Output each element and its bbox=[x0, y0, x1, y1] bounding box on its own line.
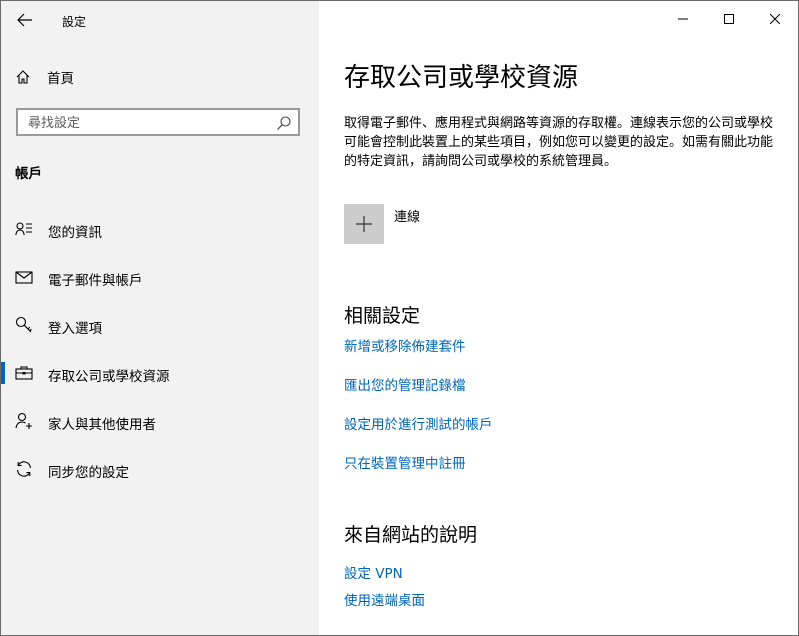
sidebar-item-label: 電子郵件與帳戶 bbox=[48, 273, 143, 289]
search-icon[interactable] bbox=[276, 115, 292, 131]
back-arrow-icon bbox=[17, 13, 32, 27]
close-icon bbox=[770, 14, 780, 24]
briefcase-icon bbox=[15, 366, 33, 380]
sidebar-item-label: 登入選項 bbox=[48, 321, 102, 337]
sidebar-item-label: 存取公司或學校資源 bbox=[48, 369, 170, 385]
search-box[interactable] bbox=[16, 108, 300, 136]
settings-window: 設定 首頁 帳戶 您的資訊 bbox=[0, 0, 799, 636]
sidebar-item-sign-in-options[interactable]: 登入選項 bbox=[1, 307, 319, 343]
link-setup-vpn[interactable]: 設定 VPN bbox=[344, 562, 403, 582]
selection-indicator bbox=[1, 362, 5, 384]
sidebar-item-label: 您的資訊 bbox=[48, 225, 102, 241]
user-info-icon bbox=[15, 222, 32, 236]
sidebar-item-email-accounts[interactable]: 電子郵件與帳戶 bbox=[1, 259, 319, 295]
link-add-remove-provisioning-package[interactable]: 新增或移除佈建套件 bbox=[344, 335, 466, 355]
home-icon bbox=[16, 70, 30, 84]
sidebar-item-sync-settings[interactable]: 同步您的設定 bbox=[1, 451, 319, 487]
sidebar-item-label: 家人與其他使用者 bbox=[48, 417, 156, 433]
page-title: 存取公司或學校資源 bbox=[344, 63, 579, 93]
key-icon bbox=[15, 316, 32, 333]
minimize-button[interactable] bbox=[660, 1, 706, 37]
app-title: 設定 bbox=[62, 15, 87, 29]
sidebar-item-family-other-users[interactable]: 家人與其他使用者 bbox=[1, 403, 319, 439]
page-description: 取得電子郵件、應用程式與網路等資源的存取權。連線表示您的公司或學校可能會控制此裝… bbox=[344, 116, 774, 169]
home-nav-item[interactable]: 首頁 bbox=[15, 67, 74, 87]
main-content: 存取公司或學校資源 取得電子郵件、應用程式與網路等資源的存取權。連線表示您的公司… bbox=[319, 1, 798, 635]
add-person-icon bbox=[15, 412, 32, 429]
web-help-heading: 來自網站的說明 bbox=[344, 524, 478, 546]
link-enroll-device-management-only[interactable]: 只在裝置管理中註冊 bbox=[344, 452, 466, 472]
back-button[interactable] bbox=[13, 9, 37, 31]
related-settings-heading: 相關設定 bbox=[344, 305, 421, 327]
plus-icon bbox=[356, 216, 372, 232]
minimize-icon bbox=[678, 18, 688, 20]
mail-icon bbox=[15, 271, 33, 284]
link-setup-test-account[interactable]: 設定用於進行測試的帳戶 bbox=[344, 413, 493, 433]
close-button[interactable] bbox=[752, 1, 798, 37]
sidebar-item-your-info[interactable]: 您的資訊 bbox=[1, 211, 319, 247]
sidebar-item-label: 同步您的設定 bbox=[48, 465, 129, 481]
sidebar-item-access-work-school[interactable]: 存取公司或學校資源 bbox=[1, 355, 319, 391]
link-export-management-log[interactable]: 匯出您的管理記錄檔 bbox=[344, 374, 466, 394]
maximize-icon bbox=[724, 14, 734, 24]
connect-label[interactable]: 連線 bbox=[394, 206, 420, 225]
maximize-button[interactable] bbox=[706, 1, 752, 37]
section-header: 帳戶 bbox=[15, 166, 42, 182]
sidebar: 設定 首頁 帳戶 您的資訊 bbox=[1, 1, 319, 635]
home-label: 首頁 bbox=[47, 71, 74, 87]
link-use-remote-desktop[interactable]: 使用遠端桌面 bbox=[344, 589, 425, 609]
connect-button[interactable] bbox=[344, 204, 384, 244]
search-input[interactable] bbox=[28, 114, 268, 132]
sync-icon bbox=[16, 461, 32, 477]
